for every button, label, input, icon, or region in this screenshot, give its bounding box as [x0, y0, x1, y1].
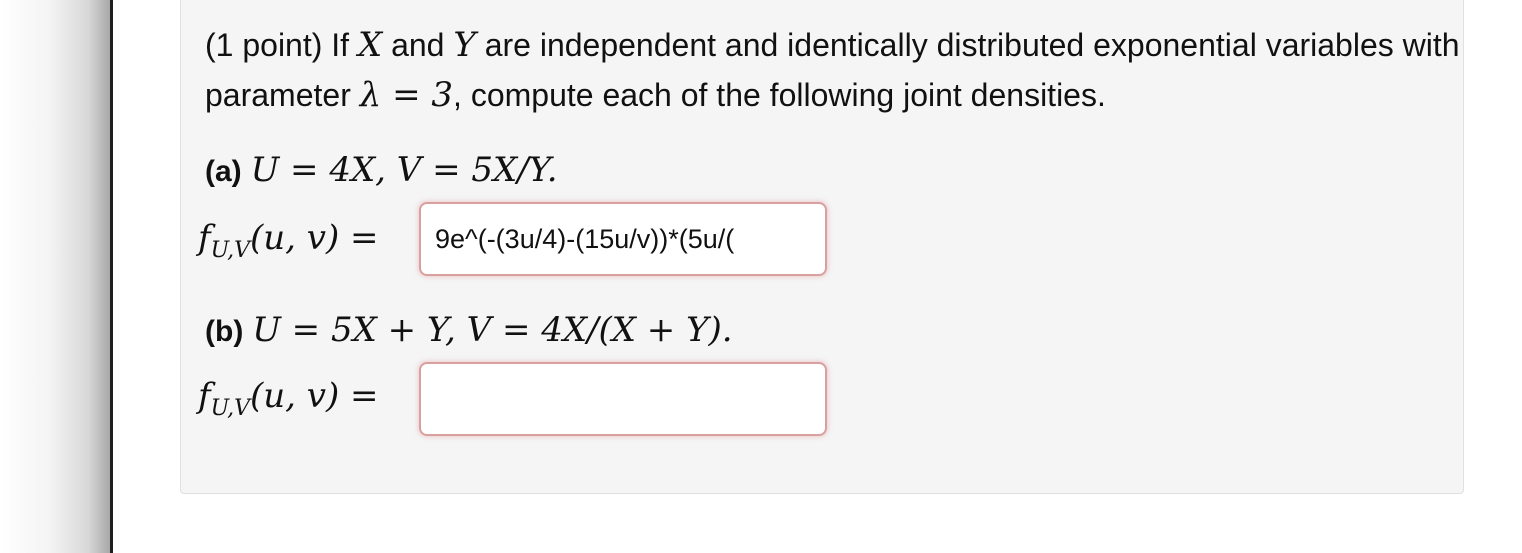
part-a-expression: U = 4X, V = 5X/Y. — [250, 150, 558, 190]
part-b-density-label: fU,V(u, v) = — [198, 376, 379, 421]
part-b-statement: (b) U = 5X + Y, V = 4X/(X + Y). — [205, 310, 733, 350]
variable-y: Y — [453, 25, 476, 65]
part-a-label: (a) — [205, 155, 242, 188]
part-b-expression: U = 5X + Y, V = 4X/(X + Y). — [252, 310, 733, 350]
variable-x: X — [357, 25, 383, 65]
part-b-label: (b) — [205, 315, 244, 348]
part-a-answer-input[interactable] — [419, 202, 827, 276]
lambda-parameter: λ = 3 — [359, 75, 454, 115]
problem-statement: (1 point) If X and Y are independent and… — [205, 20, 1465, 120]
part-a-statement: (a) U = 4X, V = 5X/Y. — [205, 150, 558, 190]
left-gutter — [0, 0, 110, 553]
intro-suffix: , compute each of the following joint de… — [453, 77, 1106, 113]
part-b-answer-input[interactable] — [419, 362, 827, 436]
intro-and: and — [382, 27, 454, 63]
intro-prefix: (1 point) If — [205, 27, 358, 63]
left-divider — [110, 0, 113, 553]
part-a-density-label: fU,V(u, v) = — [198, 218, 379, 263]
